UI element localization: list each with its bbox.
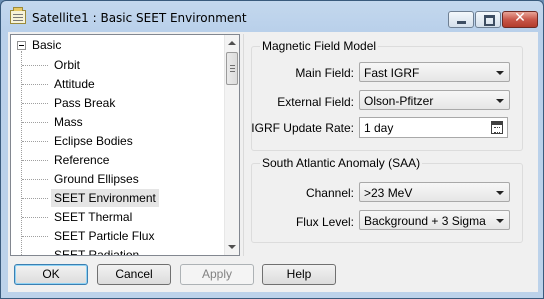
apply-button[interactable]: Apply (180, 264, 254, 285)
notepad-icon (10, 7, 26, 24)
scroll-down-icon[interactable] (228, 245, 236, 249)
external-field-label: External Field: (277, 95, 354, 109)
tree-scrollbar[interactable] (224, 35, 239, 255)
flux-level-label: Flux Level: (295, 215, 354, 229)
tree-item-seet-radiation[interactable]: SEET Radiation (51, 246, 142, 255)
calendar-icon[interactable] (491, 121, 503, 134)
tree-item-pass-break[interactable]: Pass Break (51, 94, 118, 112)
dialog-window: Satellite1 : Basic SEET Environment ✕ Ba… (0, 0, 544, 299)
maximize-button[interactable] (475, 11, 501, 28)
external-field-select[interactable]: Olson-Pfitzer (359, 90, 510, 110)
igrf-update-rate-label: IGRF Update Rate: (251, 121, 354, 135)
chevron-down-icon (496, 191, 504, 195)
title-bar[interactable]: Satellite1 : Basic SEET Environment ✕ (1, 1, 543, 33)
tree-root-basic[interactable]: Basic (32, 38, 61, 52)
tree-item-orbit[interactable]: Orbit (51, 56, 83, 74)
igrf-update-rate-input[interactable]: 1 day (359, 117, 508, 138)
cancel-button[interactable]: Cancel (97, 264, 171, 285)
property-tree[interactable]: Basic Orbit Attitude Pass Break Mass Ecl… (10, 34, 240, 256)
channel-label: Channel: (305, 186, 354, 200)
minimize-button[interactable] (448, 11, 474, 28)
saa-group: South Atlantic Anomaly (SAA) (251, 156, 523, 243)
tree-item-mass[interactable]: Mass (51, 113, 86, 131)
scroll-up-icon[interactable] (228, 41, 236, 45)
tree-item-seet-particle-flux[interactable]: SEET Particle Flux (51, 227, 157, 245)
tree-item-attitude[interactable]: Attitude (51, 75, 98, 93)
chevron-down-icon (496, 99, 504, 103)
tree-item-reference[interactable]: Reference (51, 151, 112, 169)
tree-item-seet-thermal[interactable]: SEET Thermal (51, 208, 135, 226)
help-button[interactable]: Help (262, 264, 336, 285)
dialog-client: Basic Orbit Attitude Pass Break Mass Ecl… (8, 32, 538, 292)
flux-level-select[interactable]: Background + 3 Sigma (359, 210, 510, 230)
tree-item-ground-ellipses[interactable]: Ground Ellipses (51, 170, 142, 188)
window-title: Satellite1 : Basic SEET Environment (32, 11, 247, 25)
tree-item-eclipse-bodies[interactable]: Eclipse Bodies (51, 132, 136, 150)
saa-title: South Atlantic Anomaly (SAA) (260, 156, 423, 170)
magnetic-field-title: Magnetic Field Model (260, 39, 379, 53)
panel-splitter[interactable] (243, 34, 244, 256)
scroll-thumb[interactable] (226, 52, 238, 85)
tree-item-seet-environment[interactable]: SEET Environment (51, 189, 159, 207)
collapse-icon[interactable] (17, 41, 26, 50)
chevron-down-icon (496, 219, 504, 223)
main-field-label: Main Field: (295, 66, 354, 80)
main-field-select[interactable]: Fast IGRF (359, 62, 510, 82)
ok-button[interactable]: OK (14, 264, 88, 285)
chevron-down-icon (496, 71, 504, 75)
close-button[interactable]: ✕ (502, 10, 538, 28)
close-icon: ✕ (514, 10, 526, 26)
channel-select[interactable]: >23 MeV (359, 182, 510, 202)
